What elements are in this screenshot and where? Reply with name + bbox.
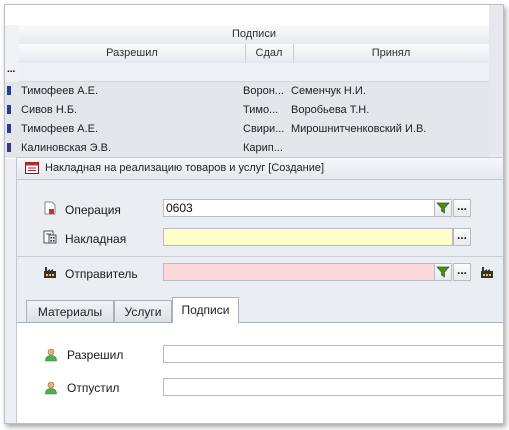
- invoice-label: Накладная: [65, 232, 127, 246]
- sender-input[interactable]: [163, 263, 435, 281]
- cell-sdal: Карип...: [243, 142, 283, 154]
- released-label: Отпустил: [67, 381, 120, 395]
- user-icon: [44, 348, 58, 362]
- user-icon: [44, 381, 58, 395]
- row-marker: [7, 124, 11, 133]
- cell-razreshil: Сивов Н.Б.: [21, 104, 78, 116]
- cell-razreshil: Калиновская Э.В.: [21, 142, 112, 154]
- filter-row-indicator: ...: [7, 64, 16, 75]
- row-marker: [7, 86, 11, 95]
- divider: [17, 256, 503, 257]
- tab-services[interactable]: Услуги: [114, 300, 172, 322]
- grid-scrollbar[interactable]: [489, 5, 503, 155]
- operation-label: Операция: [65, 203, 121, 217]
- signatures-tab-panel: Разрешил Отпустил: [17, 323, 503, 423]
- document-red-icon: [25, 162, 39, 174]
- cell-prinyal: Мирошнитченковский И.В.: [291, 123, 427, 135]
- cell-sdal: Тимо...: [243, 104, 279, 116]
- grid-filter-row[interactable]: [19, 63, 489, 82]
- cell-sdal: Свири...: [243, 123, 285, 135]
- cell-prinyal: Воробьева Т.Н.: [291, 104, 370, 116]
- row-marker: [7, 143, 11, 152]
- document-title: Накладная на реализацию товаров и услуг …: [45, 162, 325, 174]
- approved-label: Разрешил: [67, 348, 124, 362]
- operation-input[interactable]: [163, 199, 435, 217]
- table-row[interactable]: Калиновская Э.В. Карип...: [5, 139, 489, 159]
- invoice-select-button[interactable]: ...: [453, 228, 471, 246]
- row-marker: [7, 105, 11, 114]
- column-header-sdal[interactable]: Сдал: [245, 44, 294, 63]
- invoice-input[interactable]: [163, 228, 453, 246]
- invoice-row: Накладная ...: [17, 225, 503, 253]
- table-row[interactable]: Тимофеев А.Е. Свири... Мирошнитченковски…: [5, 120, 489, 140]
- tab-signatures[interactable]: Подписи: [172, 297, 239, 323]
- column-header-prinyal[interactable]: Принял: [293, 44, 489, 63]
- app-window: Подписи Разрешил Сдал Принял ... Тимофее…: [4, 4, 504, 424]
- filter-funnel-icon[interactable]: [434, 199, 452, 217]
- signatures-grid: Подписи Разрешил Сдал Принял ... Тимофее…: [5, 5, 503, 159]
- factory-icon[interactable]: [480, 265, 494, 279]
- sender-select-button[interactable]: ...: [453, 263, 471, 281]
- cell-prinyal: [291, 139, 487, 158]
- cell-sdal: Ворон...: [243, 85, 284, 97]
- released-input[interactable]: [163, 378, 503, 396]
- filter-funnel-icon[interactable]: [434, 263, 452, 281]
- table-row[interactable]: Сивов Н.Б. Тимо... Воробьева Т.Н.: [5, 101, 489, 121]
- cell-prinyal: Семенчук Н.И.: [291, 85, 366, 97]
- factory-icon: [43, 265, 57, 279]
- operation-row: Операция ...: [17, 196, 503, 224]
- sender-label: Отправитель: [65, 267, 138, 281]
- cell-razreshil: Тимофеев А.Е.: [21, 123, 99, 135]
- approved-input[interactable]: [163, 345, 503, 363]
- operation-select-button[interactable]: ...: [453, 199, 471, 217]
- column-header-razreshil[interactable]: Разрешил: [19, 44, 246, 63]
- document-title-bar: Накладная на реализацию товаров и услуг …: [17, 158, 503, 180]
- calculator-document-icon: [43, 230, 57, 244]
- table-row[interactable]: Тимофеев А.Е. Ворон... Семенчук Н.И.: [5, 82, 489, 102]
- grid-column-headers: Разрешил Сдал Принял: [19, 44, 489, 64]
- cell-razreshil: Тимофеев А.Е.: [21, 85, 99, 97]
- document-tabs: Материалы Услуги Подписи: [17, 297, 503, 323]
- sender-row: Отправитель ...: [17, 260, 503, 288]
- document-icon: [43, 201, 57, 215]
- grid-group-header: Подписи: [19, 25, 489, 45]
- tab-materials[interactable]: Материалы: [26, 300, 114, 322]
- invoice-document-window: Накладная на реализацию товаров и услуг …: [16, 157, 503, 423]
